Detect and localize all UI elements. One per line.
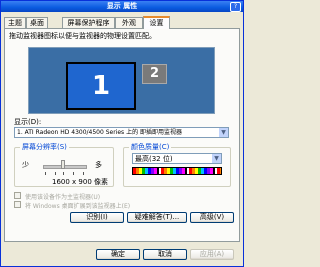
tab-settings[interactable]: 设置 bbox=[143, 16, 170, 29]
troubleshoot-button[interactable]: 疑难解答(T)... bbox=[127, 212, 187, 223]
ok-button[interactable]: 确定 bbox=[96, 249, 140, 260]
tab-screensaver[interactable]: 屏幕保护程序 bbox=[62, 17, 115, 28]
monitor-1-number: 1 bbox=[91, 71, 111, 101]
resolution-group: 屏幕分辨率(S) 少 多 1600 x 900 像素 bbox=[14, 142, 114, 187]
drag-instructions: 拖动监视器图标以便与监视器的物理设置匹配。 bbox=[9, 32, 156, 40]
resolution-less-label: 少 bbox=[22, 161, 29, 169]
apply-button[interactable]: 应用(A) bbox=[190, 249, 234, 260]
display-label: 显示(D): bbox=[14, 118, 42, 126]
slider-tick bbox=[55, 172, 56, 175]
display-select-value: 1. ATI Radeon HD 4300/4500 Series 上的 即插即… bbox=[17, 129, 182, 136]
cancel-button[interactable]: 取消 bbox=[143, 249, 187, 260]
monitor-2-number: 2 bbox=[149, 66, 160, 81]
advanced-button[interactable]: 高级(V) bbox=[190, 212, 234, 223]
color-quality-group: 颜色质量(C) 最高(32 位) ▼ bbox=[123, 142, 231, 187]
slider-tick bbox=[63, 172, 64, 175]
title-bar[interactable]: 显示 属性 ? bbox=[1, 1, 243, 12]
color-quality-title: 颜色质量(C) bbox=[129, 142, 172, 152]
monitor-2-icon[interactable]: 2 bbox=[142, 64, 167, 84]
color-quality-select[interactable]: 最高(32 位) ▼ bbox=[132, 153, 222, 164]
monitor-1-icon[interactable]: 1 bbox=[66, 62, 136, 110]
tab-desktop[interactable]: 桌面 bbox=[26, 17, 48, 28]
slider-tick bbox=[73, 172, 74, 175]
resolution-value: 1600 x 900 像素 bbox=[52, 178, 108, 186]
extend-desktop-checkbox[interactable] bbox=[14, 201, 21, 208]
display-properties-window: 显示 属性 ? 主题 桌面 屏幕保护程序 外观 设置 拖动监视器图标以便与监视器… bbox=[0, 0, 244, 267]
window-title: 显示 属性 bbox=[106, 2, 138, 10]
color-quality-value: 最高(32 位) bbox=[135, 155, 173, 163]
primary-monitor-label: 使用该设备作为主监视器(U) bbox=[25, 194, 101, 201]
slider-tick bbox=[83, 172, 84, 175]
display-select[interactable]: 1. ATI Radeon HD 4300/4500 Series 上的 即插即… bbox=[14, 127, 229, 138]
tab-themes[interactable]: 主题 bbox=[4, 17, 26, 28]
slider-tick bbox=[45, 172, 46, 175]
help-button[interactable]: ? bbox=[230, 2, 241, 12]
resolution-more-label: 多 bbox=[95, 161, 102, 169]
resolution-slider-thumb[interactable] bbox=[61, 160, 65, 169]
monitor-arrangement: 1 2 bbox=[28, 47, 215, 114]
resolution-slider-track[interactable] bbox=[43, 165, 87, 169]
chevron-down-icon[interactable]: ▼ bbox=[219, 128, 228, 137]
chevron-down-icon[interactable]: ▼ bbox=[212, 154, 221, 163]
color-spectrum-bar bbox=[132, 167, 222, 175]
tab-appearance[interactable]: 外观 bbox=[115, 17, 143, 28]
identify-button[interactable]: 识别(I) bbox=[70, 212, 124, 223]
primary-monitor-checkbox[interactable] bbox=[14, 192, 21, 199]
resolution-title: 屏幕分辨率(S) bbox=[20, 142, 69, 152]
extend-desktop-label: 将 Windows 桌面扩展到该监视器上(E) bbox=[25, 203, 131, 210]
